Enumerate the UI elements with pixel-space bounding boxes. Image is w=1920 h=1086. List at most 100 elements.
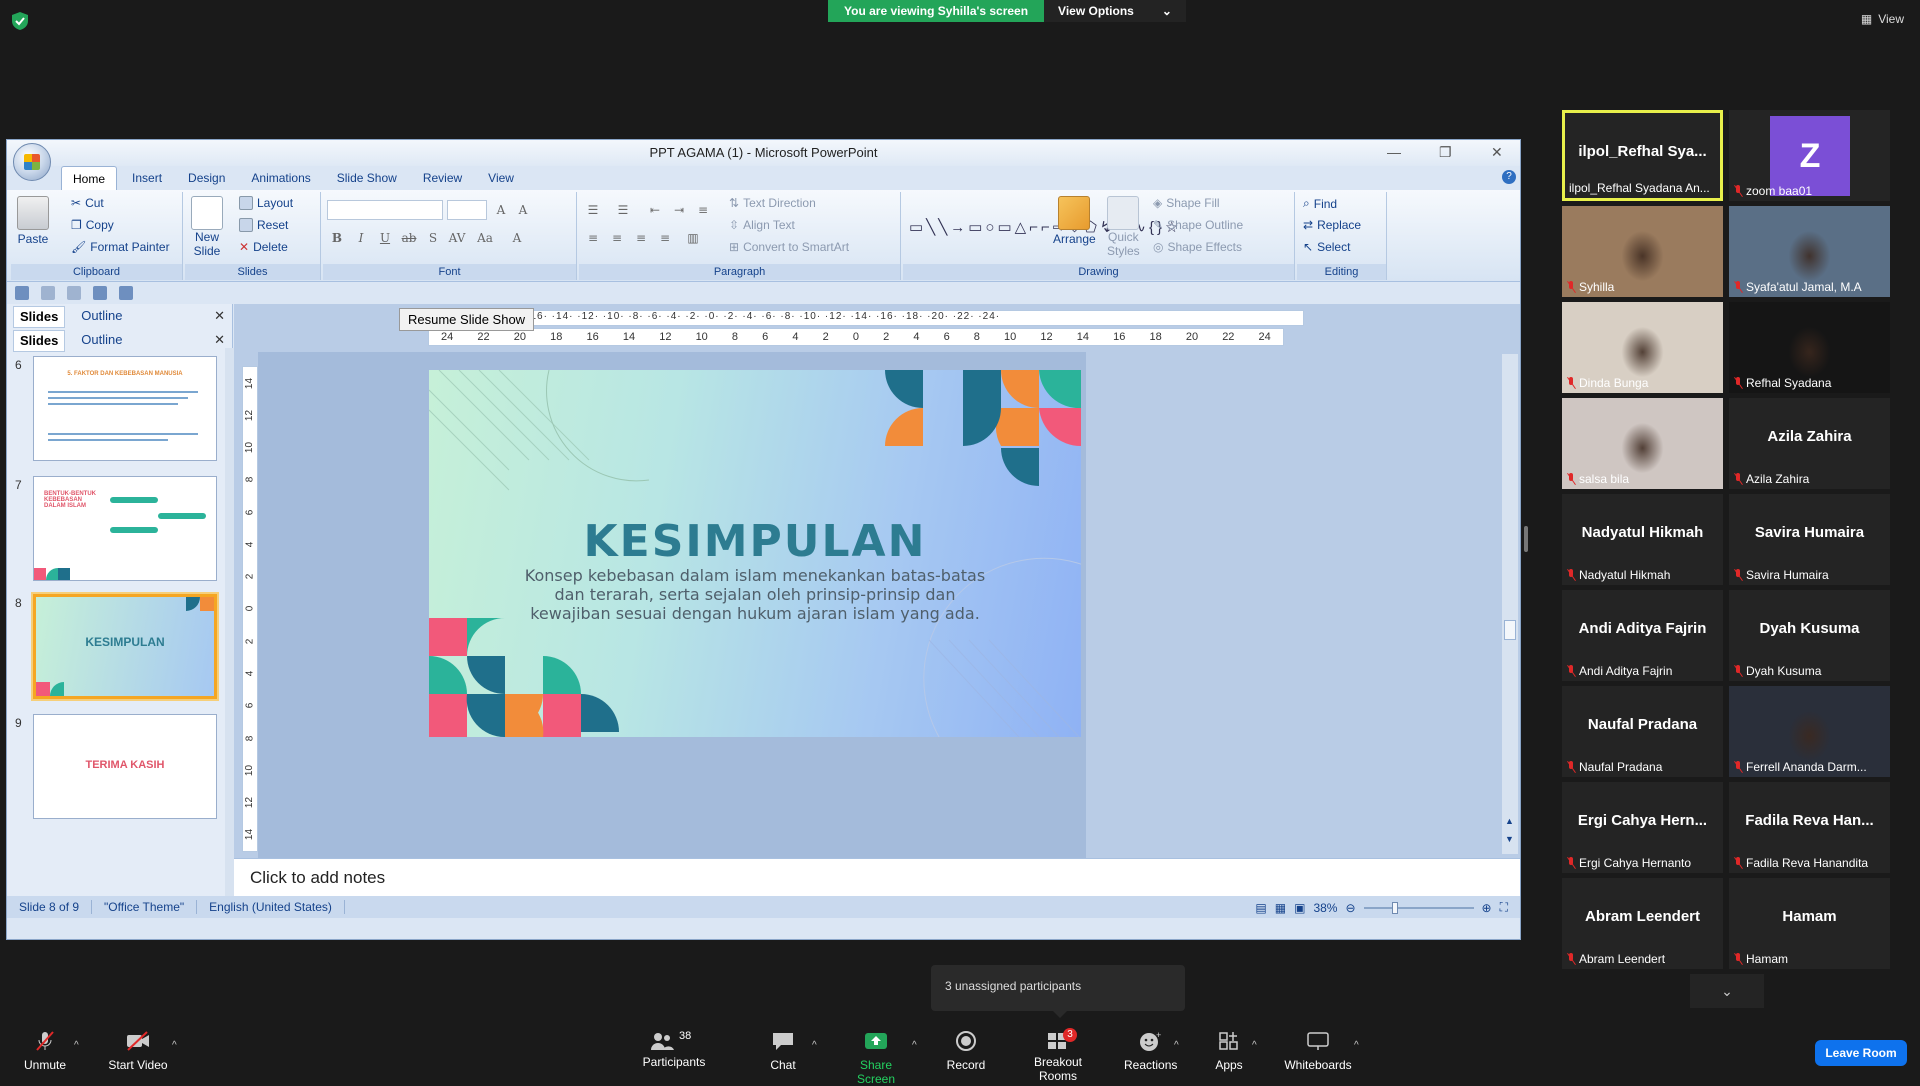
zoom-level[interactable]: 38% <box>1313 901 1337 915</box>
notes-pane[interactable]: Click to add notes <box>234 858 1520 896</box>
view-options-button[interactable]: View Options ⌄ <box>1044 0 1186 22</box>
normal-view-icon[interactable]: ▤ <box>1255 901 1266 915</box>
close-icon[interactable]: ✕ <box>1491 144 1503 161</box>
slide-thumbnail-9[interactable]: TERIMA KASIH <box>33 714 217 819</box>
previous-slide-icon[interactable]: ▲ <box>1505 816 1514 826</box>
tab-animations[interactable]: Animations <box>240 166 321 190</box>
next-slide-icon[interactable]: ▼ <box>1505 834 1514 844</box>
tab-home[interactable]: Home <box>61 166 118 190</box>
layout-button[interactable]: Layout <box>239 196 293 210</box>
participant-tile[interactable]: Andi Aditya Fajrin Andi Aditya Fajrin <box>1562 590 1723 681</box>
align-right-icon[interactable]: ≡ <box>631 228 651 248</box>
grow-font-icon[interactable]: A <box>491 200 511 220</box>
text-direction-button[interactable]: ⇅ Text Direction <box>729 196 816 210</box>
gallery-next-page-button[interactable]: ⌄ <box>1690 974 1764 1008</box>
reactions-button[interactable]: + Reactions <box>1124 1030 1177 1072</box>
resume-slideshow-button[interactable]: Resume Slide Show <box>399 308 535 331</box>
slide-scrollbar[interactable]: ▲ ▼ <box>1502 354 1518 854</box>
participant-tile[interactable]: Abram Leendert Abram Leendert <box>1562 878 1723 969</box>
underline-icon[interactable]: U <box>375 228 395 248</box>
bold-icon[interactable]: B <box>327 228 347 248</box>
participant-tile[interactable]: Fadila Reva Han... Fadila Reva Hanandita <box>1729 782 1890 873</box>
zoom-in-icon[interactable]: ⊕ <box>1482 901 1492 915</box>
audio-options-caret-icon[interactable]: ^ <box>74 1040 79 1051</box>
participant-tile[interactable]: Refhal Syadana <box>1729 302 1890 393</box>
close-panel-icon[interactable]: ✕ <box>214 332 225 348</box>
format-painter-button[interactable]: 🖌 Format Painter <box>71 240 170 254</box>
font-size-combo[interactable] <box>447 200 487 220</box>
slide-body-text[interactable]: Konsep kebebasan dalam islam menekankan … <box>523 566 987 623</box>
participant-tile[interactable]: Hamam Hamam <box>1729 878 1890 969</box>
office-button[interactable] <box>13 143 51 181</box>
language-indicator[interactable]: English (United States) <box>197 900 345 914</box>
gallery-splitter[interactable] <box>1524 526 1528 552</box>
view-button[interactable]: ▦ View <box>1861 12 1904 26</box>
participant-tile[interactable]: Nadyatul Hikmah Nadyatul Hikmah <box>1562 494 1723 585</box>
panel-tab-slides-ghost[interactable]: Slides <box>13 306 66 328</box>
current-slide[interactable]: KESIMPULAN Konsep kebebasan dalam islam … <box>429 370 1081 737</box>
record-button[interactable]: Record <box>946 1030 986 1072</box>
participant-tile[interactable]: Syafa'atul Jamal, M.A <box>1729 206 1890 297</box>
tab-insert[interactable]: Insert <box>121 166 173 190</box>
participant-tile[interactable]: Naufal Pradana Naufal Pradana <box>1562 686 1723 777</box>
panel-tab-outline[interactable]: Outline <box>75 330 128 352</box>
participant-tile[interactable]: Savira Humaira Savira Humaira <box>1729 494 1890 585</box>
numbering-icon[interactable]: ☰ <box>613 200 633 220</box>
reactions-caret-icon[interactable]: ^ <box>1174 1040 1179 1051</box>
save-icon[interactable] <box>15 286 29 300</box>
new-slide-button[interactable]: New Slide <box>191 196 223 258</box>
redo-icon[interactable] <box>67 286 81 300</box>
share-screen-button[interactable]: Share Screen <box>840 1030 912 1086</box>
apps-button[interactable]: Apps <box>1214 1030 1244 1072</box>
find-button[interactable]: ⌕ Find <box>1303 196 1337 211</box>
participant-tile[interactable]: ilpol_Refhal Sya... ilpol_Refhal Syadana … <box>1562 110 1723 201</box>
shrink-font-icon[interactable]: A <box>513 200 533 220</box>
whiteboards-caret-icon[interactable]: ^ <box>1354 1040 1359 1051</box>
convert-smartart-button[interactable]: ⊞ Convert to SmartArt <box>729 240 849 254</box>
change-case-icon[interactable]: Aa <box>475 228 495 248</box>
italic-icon[interactable]: I <box>351 228 371 248</box>
tab-review[interactable]: Review <box>412 166 473 190</box>
font-color-icon[interactable]: A <box>507 228 527 248</box>
slide-thumbnail-7[interactable]: BENTUK-BENTUK KEBEBASAN DALAM ISLAM <box>33 476 217 581</box>
restore-icon[interactable]: ❐ <box>1439 144 1452 161</box>
shape-effects-button[interactable]: ◎ Shape Effects <box>1153 240 1242 254</box>
delete-slide-button[interactable]: ✕ Delete <box>239 240 288 254</box>
columns-icon[interactable]: ▥ <box>683 228 703 248</box>
increase-indent-icon[interactable]: ⇥ <box>669 200 689 220</box>
shapes-gallery[interactable]: ▭╲╲→▭○▭△⌐⌐⇨⇩⬠↯⌒∿{}☆ <box>909 196 1178 256</box>
align-center-icon[interactable]: ≡ <box>607 228 627 248</box>
chat-button[interactable]: Chat <box>768 1030 798 1072</box>
slide-sorter-icon[interactable]: ▦ <box>1275 901 1286 915</box>
bullets-icon[interactable]: ☰ <box>583 200 603 220</box>
shape-outline-button[interactable]: ✎ Shape Outline <box>1153 218 1243 232</box>
shape-fill-button[interactable]: ◈ Shape Fill <box>1153 196 1220 210</box>
justify-icon[interactable]: ≡ <box>655 228 675 248</box>
panel-tab-outline-ghost[interactable]: Outline <box>75 306 128 328</box>
align-text-button[interactable]: ⇳ Align Text <box>729 218 795 232</box>
arrange-button[interactable]: Arrange <box>1053 196 1096 246</box>
undo-icon[interactable] <box>41 286 55 300</box>
slideshow-view-icon[interactable]: ▣ <box>1294 901 1305 915</box>
line-spacing-icon[interactable]: ≡ <box>693 200 713 220</box>
start-video-button[interactable]: Start Video <box>106 1030 170 1072</box>
print-preview-icon[interactable] <box>93 286 107 300</box>
font-name-combo[interactable] <box>327 200 443 220</box>
participant-tile[interactable]: salsa bila <box>1562 398 1723 489</box>
strikethrough-icon[interactable]: ab <box>399 228 419 248</box>
participants-button[interactable]: 38 Participants <box>640 1030 708 1069</box>
close-panel-icon-ghost[interactable]: ✕ <box>214 308 225 324</box>
paste-button[interactable]: Paste <box>17 196 49 246</box>
participant-tile[interactable]: Dyah Kusuma Dyah Kusuma <box>1729 590 1890 681</box>
slide-title[interactable]: KESIMPULAN <box>429 516 1081 567</box>
minimize-icon[interactable]: — <box>1387 144 1401 160</box>
slide-thumbnail-6[interactable]: 5. FAKTOR DAN KEBEBASAN MANUSIA <box>33 356 217 461</box>
chat-options-caret-icon[interactable]: ^ <box>812 1040 817 1051</box>
select-button[interactable]: ↖ Select <box>1303 240 1350 254</box>
share-options-caret-icon[interactable]: ^ <box>912 1040 917 1051</box>
breakout-rooms-button[interactable]: 3 Breakout Rooms <box>1014 1028 1102 1083</box>
quick-styles-button[interactable]: Quick Styles <box>1107 196 1140 258</box>
panel-tab-slides[interactable]: Slides <box>13 330 66 352</box>
participant-tile[interactable]: Zzoom baa01 <box>1729 110 1890 201</box>
fit-slide-icon[interactable]: ⛶ <box>1500 900 1508 915</box>
